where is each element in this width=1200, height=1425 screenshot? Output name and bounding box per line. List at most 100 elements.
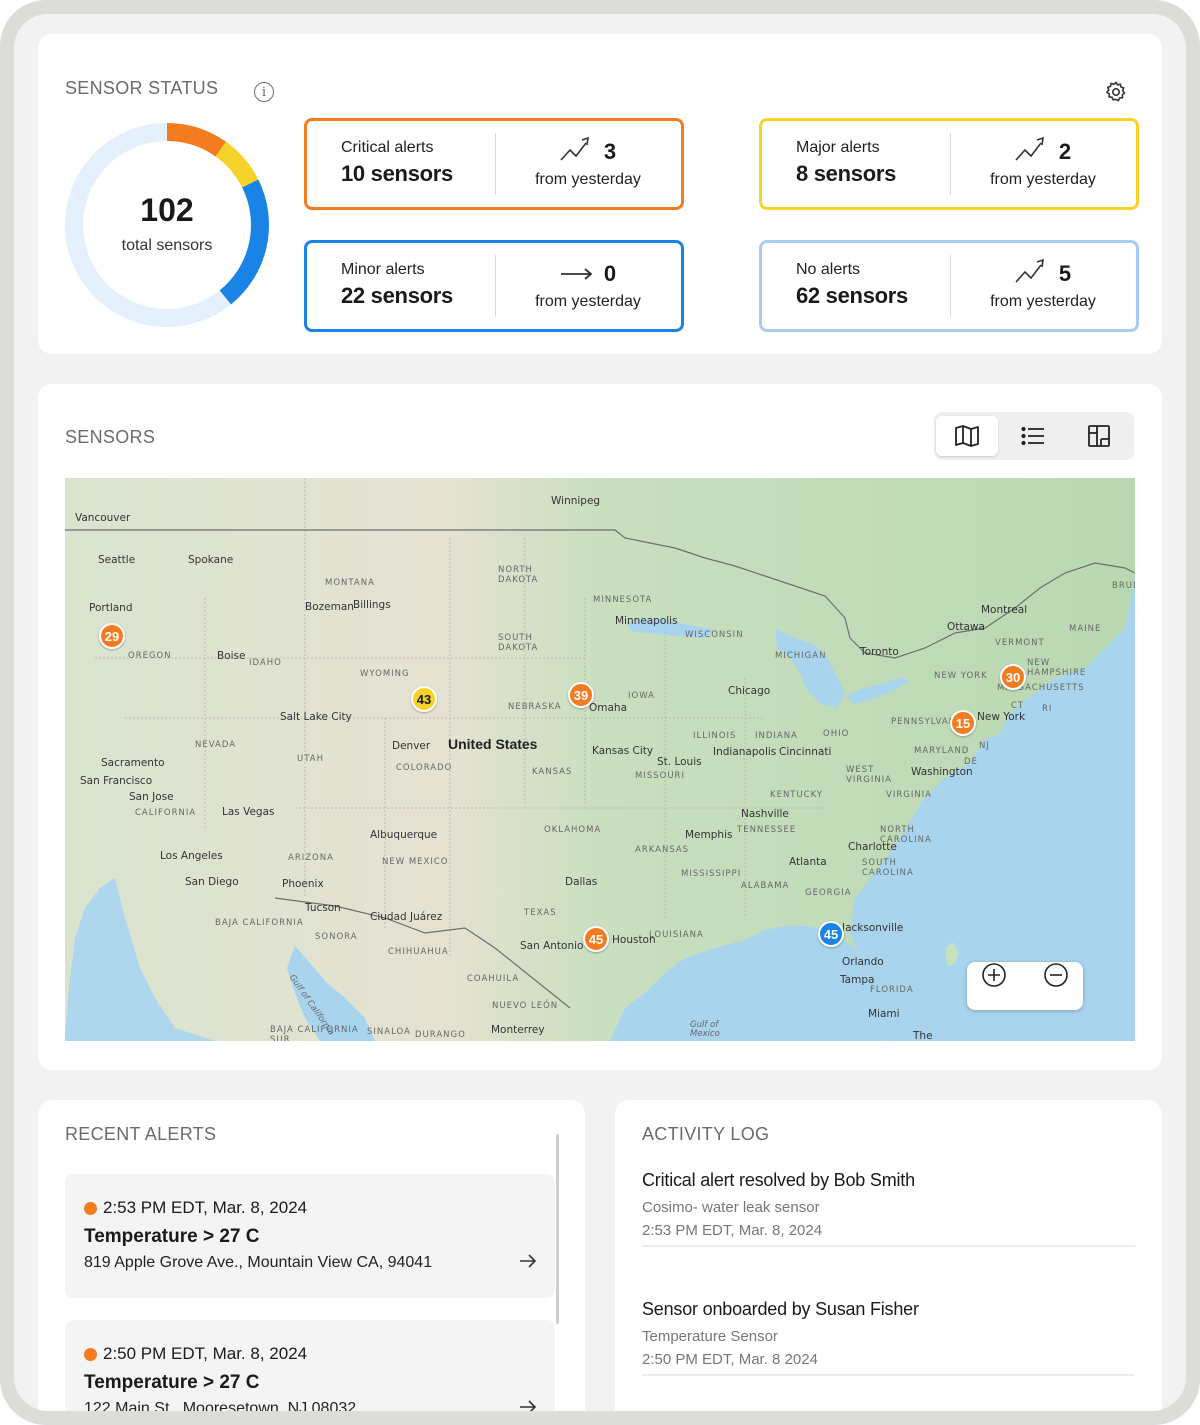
arrow-right-icon[interactable] <box>519 1398 537 1411</box>
map-region-label: MAINE <box>1069 624 1102 634</box>
map-region-label: NEBRASKA <box>508 702 562 712</box>
map-region-label: MISSISSIPPI <box>681 869 742 879</box>
map-region-label: OREGON <box>128 651 172 661</box>
screen: SENSOR STATUS i 102 total sensors Critic… <box>14 14 1186 1411</box>
alert-summary-minor-alerts[interactable]: Minor alerts 22 sensors 0 from yesterday <box>304 240 684 332</box>
alert-label: Minor alerts <box>341 261 425 278</box>
list-icon <box>1021 426 1044 446</box>
map-region-label: OHIO <box>823 729 850 739</box>
severity-dot-icon <box>84 1347 97 1361</box>
trend-text: from yesterday <box>535 171 641 188</box>
arrow-right-icon <box>560 261 594 287</box>
map-city-label: Phoenix <box>282 878 324 890</box>
map-region-label: MICHIGAN <box>775 651 827 661</box>
activity-headline: Critical alert resolved by Bob Smith <box>642 1170 915 1190</box>
trend-value: 0 <box>603 261 617 286</box>
map-region-label: MONTANA <box>325 578 375 588</box>
zoom-in-icon[interactable] <box>981 962 1007 988</box>
layout-view-button[interactable] <box>1068 416 1130 456</box>
map-region-label: KENTUCKY <box>770 790 824 800</box>
map-region-label: ILLINOIS <box>693 731 737 741</box>
map-region-label: NUEVO LEÓN <box>492 1001 559 1011</box>
sensor-cluster-pin[interactable]: 30 <box>1000 664 1026 690</box>
alert-list-item[interactable]: 2:50 PM EDT, Mar. 8, 2024 Temperature > 2… <box>65 1320 555 1411</box>
alert-time: 2:53 PM EDT, Mar. 8, 2024 <box>103 1198 308 1217</box>
map-view-button[interactable] <box>936 416 998 456</box>
map-region-label: FLORIDA <box>870 985 914 995</box>
map-region-label: Gulf of Mexico <box>690 1020 720 1039</box>
alert-summary-critical-alerts[interactable]: Critical alerts 10 sensors 3 from yesterday <box>304 118 684 210</box>
map-region-label: WISCONSIN <box>685 630 744 640</box>
trend-row: 0 <box>495 259 681 289</box>
map-region-label: WYOMING <box>360 669 410 679</box>
gear-icon[interactable] <box>1104 80 1128 104</box>
alert-metric: Temperature > 27 C <box>84 1372 260 1393</box>
alert-metric: Temperature > 27 C <box>84 1226 260 1247</box>
trend-value: 5 <box>1058 261 1072 286</box>
sensor-cluster-pin[interactable]: 39 <box>568 682 594 708</box>
map-region-label: SONORA <box>315 932 358 942</box>
trending-up-icon <box>1015 258 1049 290</box>
sensor-cluster-pin[interactable]: 15 <box>950 710 976 736</box>
sensor-cluster-pin[interactable]: 45 <box>583 926 609 952</box>
map-city-label: Portland <box>89 602 133 614</box>
alert-summary-left: Critical alerts 10 sensors <box>341 139 453 187</box>
map-city-label: Nashville <box>741 808 789 820</box>
sensor-map[interactable]: United States Vancouver Seattle Spokane Por… <box>65 478 1135 1041</box>
map-region-label: CHIHUAHUA <box>388 947 449 957</box>
alert-label: Critical alerts <box>341 139 434 156</box>
map-city-label: Memphis <box>685 829 733 841</box>
map-city-label: Billings <box>353 599 391 611</box>
map-city-label: Washington <box>911 766 973 778</box>
map-region-label: VIRGINIA <box>886 790 933 800</box>
alert-address: 819 Apple Grove Ave., Mountain View CA, … <box>84 1254 433 1271</box>
map-city-label: Dallas <box>565 876 598 888</box>
arrow-right-icon[interactable] <box>519 1252 537 1270</box>
map-region-label: BAJA CALIFORNIA SUR <box>270 1025 359 1041</box>
map-region-label: SOUTH DAKOTA <box>498 633 539 653</box>
activity-log-item[interactable]: Critical alert resolved by Bob Smith Cosi… <box>642 1170 1135 1247</box>
alert-trend: 3 from yesterday <box>495 136 681 189</box>
alert-time: 2:50 PM EDT, Mar. 8, 2024 <box>103 1344 308 1363</box>
total-sensors-value: 102 <box>140 192 194 228</box>
alert-summary-no-alerts[interactable]: No alerts 62 sensors 5 from yesterday <box>759 240 1139 332</box>
map-city-label: Ottawa <box>947 621 985 633</box>
map-city-label: Spokane <box>188 554 234 566</box>
map-region-label: NEW MEXICO <box>382 857 449 867</box>
map-city-label: San Jose <box>129 791 174 803</box>
country-label: United States <box>448 736 538 752</box>
map-region-label: GEORGIA <box>805 888 852 898</box>
layout-icon <box>1088 425 1110 447</box>
sensor-cluster-pin[interactable]: 45 <box>818 921 844 947</box>
map-region-label: CT <box>1011 701 1025 711</box>
divider <box>642 1374 1135 1376</box>
map-city-label: Albuquerque <box>370 829 438 841</box>
alert-list-item[interactable]: 2:53 PM EDT, Mar. 8, 2024 Temperature > 2… <box>65 1174 555 1298</box>
alert-summary-left: Minor alerts 22 sensors <box>341 261 453 309</box>
sensor-cluster-pin[interactable]: 29 <box>99 623 125 649</box>
alert-time-row: 2:50 PM EDT, Mar. 8, 2024 <box>84 1344 307 1364</box>
map-icon <box>955 425 979 447</box>
scrollbar[interactable] <box>556 1134 559 1324</box>
map-region-label: NORTH CAROLINA <box>880 825 932 845</box>
trending-up-icon <box>560 136 594 168</box>
map-region-label: MINNESOTA <box>593 595 653 605</box>
activity-log-item[interactable]: Sensor onboarded by Susan Fisher Temperat… <box>642 1299 1135 1376</box>
activity-log-title: ACTIVITY LOG <box>642 1124 770 1144</box>
map-city-label: Monterrey <box>491 1024 545 1036</box>
alert-summary-major-alerts[interactable]: Major alerts 8 sensors 2 from yesterday <box>759 118 1139 210</box>
info-icon[interactable]: i <box>254 82 274 102</box>
map-region-label: SOUTH CAROLINA <box>862 858 914 878</box>
activity-detail: Cosimo- water leak sensor <box>642 1199 820 1216</box>
map-region-label: BRUN <box>1112 581 1135 591</box>
map-region-label: OKLAHOMA <box>544 825 602 835</box>
zoom-out-icon[interactable] <box>1043 962 1069 988</box>
activity-log-card: ACTIVITY LOG Critical alert resolved by … <box>615 1100 1162 1411</box>
map-region-label: COAHUILA <box>467 974 520 984</box>
sensor-cluster-pin[interactable]: 43 <box>411 686 437 712</box>
list-view-button[interactable] <box>1002 416 1064 456</box>
map-city-label: Winnipeg <box>551 495 601 507</box>
alert-count: 8 sensors <box>796 161 897 186</box>
map-region-label: TENNESSEE <box>737 825 797 835</box>
alert-count: 62 sensors <box>796 283 908 308</box>
